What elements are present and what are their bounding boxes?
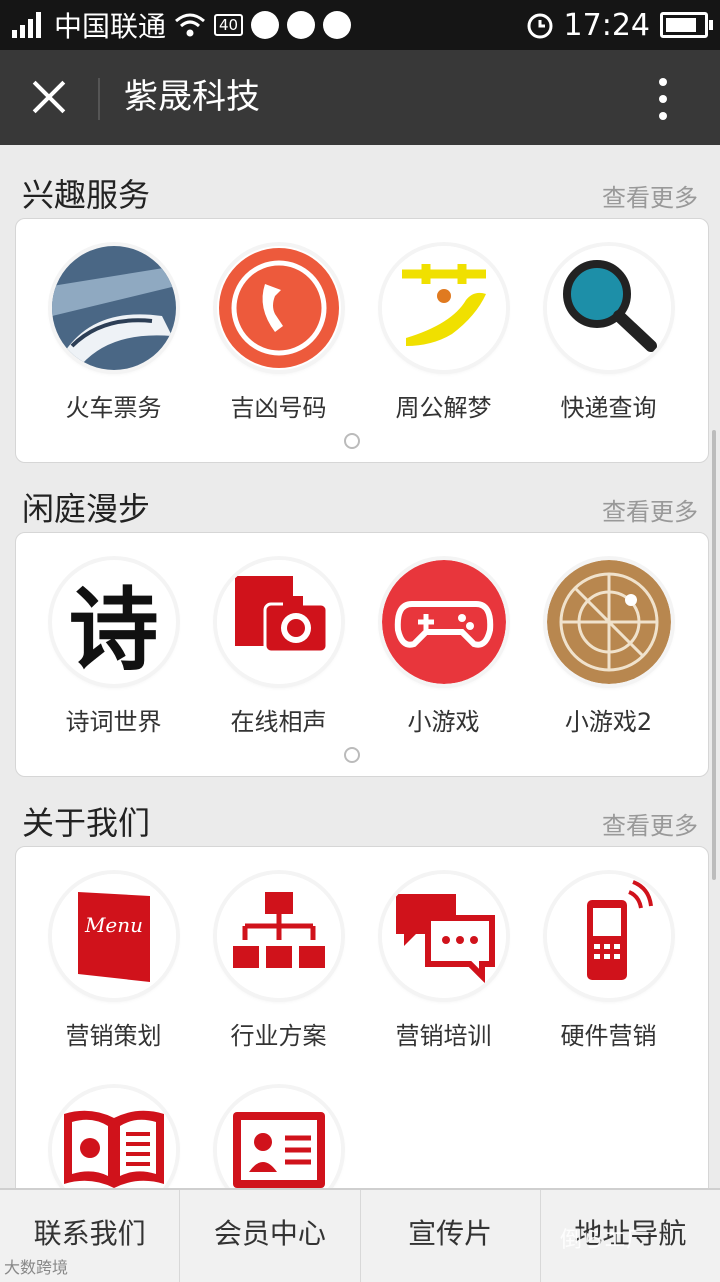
chat-bubbles-icon xyxy=(381,874,506,998)
carrier-name: 中国联通 xyxy=(54,10,167,43)
grid-item-lucky-number[interactable]: 吉凶号码 xyxy=(196,246,361,423)
section-header-interest: 兴趣服务 查看更多 xyxy=(0,160,720,220)
more-menu-button[interactable] xyxy=(650,76,676,122)
train-icon xyxy=(51,246,176,370)
watermark-account: 倒らエ厂 xyxy=(560,1228,649,1253)
grid-item-label: 快递查询 xyxy=(560,394,657,422)
phone-icon xyxy=(216,246,341,370)
title-bar: 紫晟科技 xyxy=(0,50,720,145)
grid-item-label: 硬件营销 xyxy=(560,1022,657,1050)
app-notification-icon xyxy=(251,11,280,39)
mobile-phone-icon xyxy=(546,874,671,998)
poem-icon: 诗 xyxy=(51,560,176,684)
baidu-paw-icon xyxy=(287,11,316,39)
menu-book-icon: Menu xyxy=(51,874,176,998)
pager-dot[interactable] xyxy=(344,747,360,763)
gamepad-icon xyxy=(381,560,506,684)
battery-icon xyxy=(660,12,713,38)
network-badge: 40 xyxy=(214,14,244,36)
grid-item-label: 在线相声 xyxy=(230,708,327,736)
grid-item-label: 火车票务 xyxy=(65,394,162,422)
tab-member-center[interactable]: 会员中心 xyxy=(180,1190,361,1282)
status-bar: 中国联通 40 17:24 xyxy=(0,0,720,50)
see-more-link[interactable]: 查看更多 xyxy=(602,492,698,527)
pager-dot[interactable] xyxy=(344,433,360,449)
grid-item-hardware-marketing[interactable]: 硬件营销 xyxy=(526,874,691,1051)
page-title: 紫晟科技 xyxy=(124,77,260,117)
section-title: 兴趣服务 xyxy=(22,176,151,214)
section-card-interest: 火车票务 吉凶号码 周公解梦 快递查询 xyxy=(15,218,709,463)
grid-item-express-tracking[interactable]: 快递查询 xyxy=(526,246,691,423)
org-chart-icon xyxy=(216,874,341,998)
see-more-link[interactable]: 查看更多 xyxy=(602,178,698,213)
section-card-leisure: 诗 诗词世界 在线相声 小游戏 小游戏2 xyxy=(15,532,709,777)
grid-item-label: 小游戏 xyxy=(407,708,480,736)
grid-item-label: 诗词世界 xyxy=(65,708,162,736)
grid-item-mini-games[interactable]: 小游戏 xyxy=(361,560,526,737)
camera-icon xyxy=(216,560,341,684)
grid-item-marketing-training[interactable]: 营销培训 xyxy=(361,874,526,1051)
wifi-icon xyxy=(175,13,205,37)
watermark-site: 大数跨境 xyxy=(4,1258,69,1277)
magnifier-icon xyxy=(546,246,671,370)
grid-item-train-tickets[interactable]: 火车票务 xyxy=(31,246,196,423)
title-divider xyxy=(98,78,100,120)
section-title: 闲庭漫步 xyxy=(22,490,151,528)
section-card-about: Menu 营销策划 行业方案 营销培训 硬件营销 xyxy=(15,846,709,1212)
signal-icon xyxy=(12,12,41,38)
grid-item-label: 营销策划 xyxy=(65,1022,162,1050)
grid-item-label: 小游戏2 xyxy=(564,708,653,736)
grid-item-online-crosstalk[interactable]: 在线相声 xyxy=(196,560,361,737)
grid-item-poetry-world[interactable]: 诗 诗词世界 xyxy=(31,560,196,737)
grid-item-label: 行业方案 xyxy=(230,1022,327,1050)
dream-icon xyxy=(381,246,506,370)
section-title: 关于我们 xyxy=(22,804,151,842)
grid-item-dream-interpretation[interactable]: 周公解梦 xyxy=(361,246,526,423)
tab-promo-video[interactable]: 宣传片 xyxy=(361,1190,541,1282)
clock-time: 17:24 xyxy=(563,7,650,43)
alarm-icon xyxy=(527,13,553,39)
grid-item-label: 营销培训 xyxy=(395,1022,492,1050)
section-header-leisure: 闲庭漫步 查看更多 xyxy=(0,474,720,534)
section-header-about: 关于我们 查看更多 xyxy=(0,788,720,848)
scrollbar[interactable] xyxy=(712,430,716,880)
radar-icon xyxy=(546,560,671,684)
grid-item-marketing-plan[interactable]: Menu 营销策划 xyxy=(31,874,196,1051)
close-button[interactable] xyxy=(26,74,72,120)
music-disc-icon xyxy=(323,11,352,39)
grid-item-industry-solution[interactable]: 行业方案 xyxy=(196,874,361,1051)
grid-item-mini-games-2[interactable]: 小游戏2 xyxy=(526,560,691,737)
grid-item-label: 吉凶号码 xyxy=(230,394,327,422)
grid-item-label: 周公解梦 xyxy=(395,394,492,422)
svg-text:Menu: Menu xyxy=(83,913,142,937)
see-more-link[interactable]: 查看更多 xyxy=(602,806,698,841)
